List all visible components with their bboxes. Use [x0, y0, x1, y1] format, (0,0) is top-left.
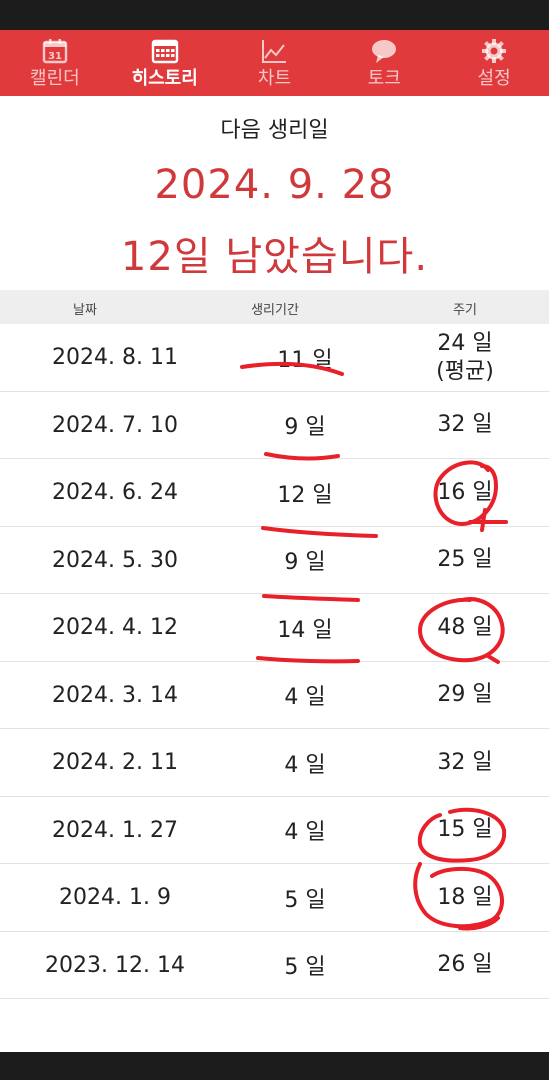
table-row[interactable]: 2024. 1. 27 4 일 15 일	[0, 797, 549, 864]
row-period: 14 일	[277, 617, 333, 643]
svg-text:31: 31	[48, 51, 62, 62]
table-row[interactable]: 2023. 12. 14 5 일 26 일	[0, 932, 549, 999]
row-cycle: 24 일 (평균)	[390, 324, 540, 391]
table-row[interactable]: 2024. 2. 11 4 일 32 일	[0, 729, 549, 797]
tab-talk[interactable]: 토크	[329, 30, 439, 96]
table-row[interactable]: 2024. 3. 14 4 일 29 일	[0, 662, 549, 729]
row-date: 2024. 1. 9	[59, 885, 171, 910]
table-row[interactable]: 2024. 4. 12 14 일 48 일	[0, 594, 549, 662]
days-remaining: 12일 남았습니다.	[120, 234, 429, 280]
tab-chart-label: 차트	[257, 68, 292, 89]
row-date: 2024. 1. 27	[52, 817, 178, 843]
tab-history-label: 히스토리	[131, 68, 198, 89]
row-cycle: 32 일	[437, 749, 493, 775]
history-list: 2024. 8. 11 11 일 24 일 (평균) 2024. 7. 10 9…	[0, 324, 549, 999]
average-note: (평균)	[436, 358, 494, 384]
table-row[interactable]: 2024. 7. 10 9 일 32 일	[0, 392, 549, 459]
header-period: 생리기간	[251, 303, 299, 318]
history-table-header: 날짜 생리기간 주기	[0, 290, 549, 324]
row-date: 2023. 12. 14	[45, 952, 185, 978]
row-period: 4 일	[284, 752, 326, 778]
row-cycle: 18 일	[437, 884, 493, 910]
status-bar	[0, 0, 549, 30]
header-date: 날짜	[73, 303, 97, 318]
row-date: 2024. 8. 11	[52, 345, 178, 370]
tab-talk-label: 토크	[367, 68, 401, 89]
row-cycle: 32 일	[437, 412, 493, 437]
chat-icon	[369, 36, 399, 66]
row-period: 5 일	[284, 955, 326, 980]
row-period: 9 일	[284, 550, 326, 575]
system-navigation-bar	[0, 1052, 549, 1080]
row-period: 4 일	[284, 685, 326, 710]
row-period: 11 일	[277, 347, 333, 373]
row-period: 9 일	[284, 415, 326, 440]
table-row[interactable]: 2024. 1. 9 5 일 18 일	[0, 864, 549, 932]
row-cycle: 25 일	[437, 547, 493, 572]
tab-settings[interactable]: 설정	[439, 30, 549, 96]
row-date: 2024. 3. 14	[52, 682, 178, 708]
tab-calendar[interactable]: 31 캘린더	[0, 30, 110, 96]
tab-settings-label: 설정	[477, 68, 511, 89]
table-row[interactable]: 2024. 5. 30 9 일 25 일	[0, 527, 549, 594]
row-date: 2024. 5. 30	[52, 547, 178, 573]
row-period: 12 일	[277, 482, 333, 508]
chart-icon	[259, 36, 289, 66]
row-date: 2024. 2. 11	[52, 750, 178, 775]
row-cycle: 29 일	[437, 682, 493, 707]
row-date: 2024. 4. 12	[52, 615, 178, 640]
row-cycle: 26 일	[437, 952, 493, 977]
row-cycle: 16 일	[437, 479, 493, 505]
top-navigation: 31 캘린더 히스토리 차트 토크 설정	[0, 30, 549, 96]
row-cycle: 15 일	[437, 817, 493, 842]
row-cycle: 48 일	[437, 614, 493, 640]
row-period: 5 일	[284, 887, 326, 913]
row-date: 2024. 6. 24	[52, 480, 178, 505]
tab-history[interactable]: 히스토리	[110, 30, 220, 96]
row-date: 2024. 7. 10	[52, 412, 178, 438]
tab-calendar-label: 캘린더	[30, 68, 80, 89]
row-period: 4 일	[284, 820, 326, 845]
tab-chart[interactable]: 차트	[220, 30, 330, 96]
table-row[interactable]: 2024. 8. 11 11 일 24 일 (평균)	[0, 324, 549, 392]
table-row[interactable]: 2024. 6. 24 12 일 16 일	[0, 459, 549, 527]
next-period-title: 다음 생리일	[220, 118, 329, 143]
settings-icon	[479, 36, 509, 66]
row-cycle-value: 24 일	[437, 330, 493, 356]
header-cycle: 주기	[453, 303, 477, 318]
calendar-icon: 31	[40, 36, 70, 66]
next-period-date: 2024. 9. 28	[154, 162, 395, 208]
history-icon	[150, 36, 180, 66]
next-period-summary: 다음 생리일 2024. 9. 28 12일 남았습니다.	[0, 96, 549, 290]
